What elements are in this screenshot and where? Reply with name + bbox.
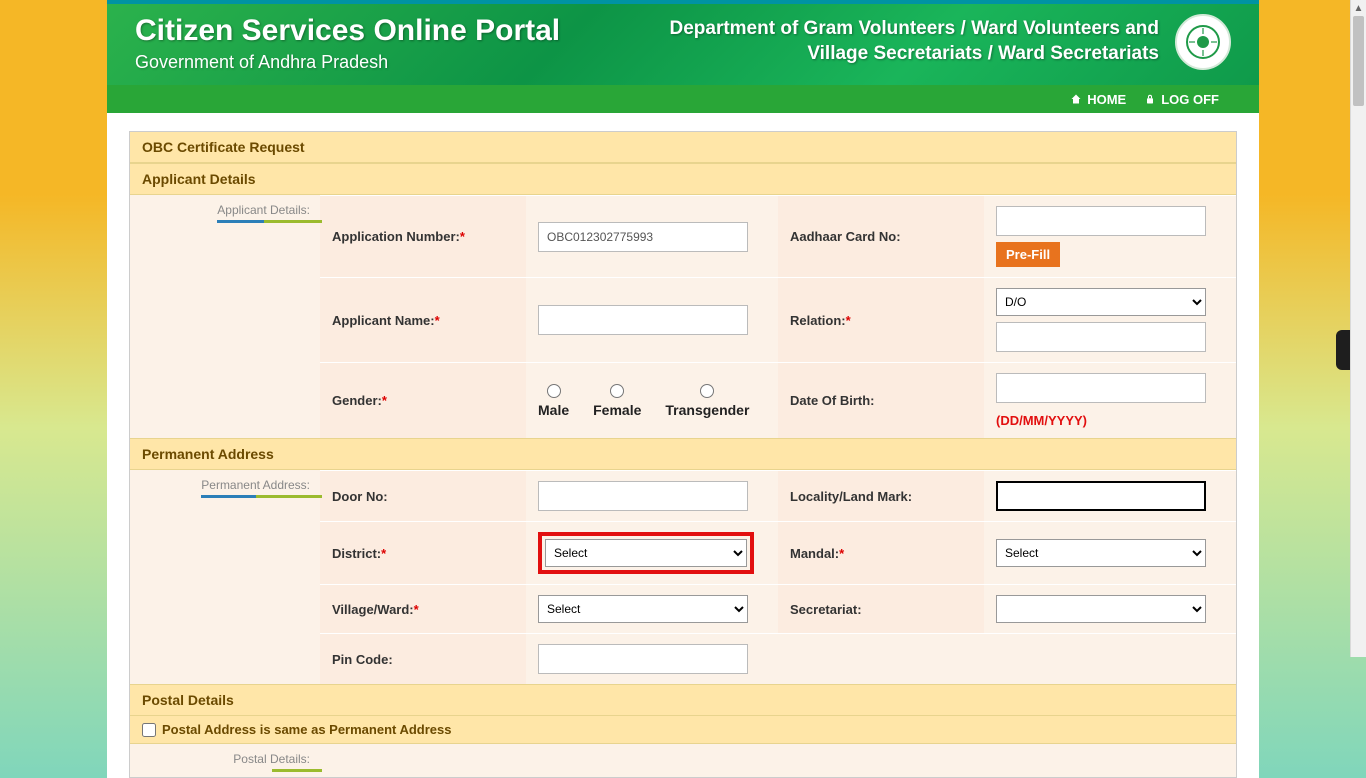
scroll-thumb[interactable]	[1353, 16, 1364, 106]
locality-label: Locality/Land Mark:	[778, 471, 984, 521]
district-highlight: Select	[538, 532, 754, 574]
applicant-section-body: Applicant Details: Application Number:* …	[130, 195, 1236, 438]
lock-icon	[1144, 93, 1156, 105]
dob-input[interactable]	[996, 373, 1206, 403]
gender-transgender[interactable]: Transgender	[665, 384, 749, 418]
district-select[interactable]: Select	[545, 539, 747, 567]
vertical-scrollbar[interactable]: ▲	[1350, 0, 1366, 657]
gender-male[interactable]: Male	[538, 384, 569, 418]
district-label: District:*	[320, 522, 526, 584]
portal-subtitle: Government of Andhra Pradesh	[135, 52, 560, 73]
door-input[interactable]	[538, 481, 748, 511]
department-text: Department of Gram Volunteers / Ward Vol…	[669, 17, 1159, 66]
side-tab-icon[interactable]	[1336, 330, 1350, 370]
dob-hint: (DD/MM/YYYY)	[996, 413, 1224, 428]
department-line1: Department of Gram Volunteers / Ward Vol…	[669, 17, 1159, 42]
header-banner: Citizen Services Online Portal Governmen…	[107, 4, 1259, 85]
gender-female[interactable]: Female	[593, 384, 641, 418]
permaddr-section-title: Permanent Address	[130, 438, 1236, 470]
permaddr-section-body: Permanent Address: Door No: Locality/Lan…	[130, 470, 1236, 684]
state-emblem-icon	[1175, 14, 1231, 70]
pincode-input[interactable]	[538, 644, 748, 674]
mandal-label: Mandal:*	[778, 522, 984, 584]
village-select[interactable]: Select	[538, 595, 748, 623]
postal-tab-col: Postal Details:	[130, 744, 320, 777]
scroll-up-arrow-icon[interactable]: ▲	[1351, 0, 1366, 16]
aadhaar-input[interactable]	[996, 206, 1206, 236]
door-label: Door No:	[320, 471, 526, 521]
header-right: Department of Gram Volunteers / Ward Vol…	[669, 14, 1231, 70]
dob-label: Date Of Birth:	[778, 363, 984, 438]
secretariat-select[interactable]	[996, 595, 1206, 623]
permaddr-fields: Door No: Locality/Land Mark: District:*	[320, 470, 1236, 684]
nav-home-label: HOME	[1087, 92, 1126, 107]
permaddr-tab-col: Permanent Address:	[130, 470, 320, 684]
header-left: Citizen Services Online Portal Governmen…	[135, 14, 560, 73]
page-wrapper: Citizen Services Online Portal Governmen…	[107, 0, 1259, 778]
gender-label: Gender:*	[320, 363, 526, 438]
postal-tab-label: Postal Details:	[233, 752, 310, 769]
nav-bar: HOME LOG OFF	[107, 85, 1259, 113]
applicant-section-title: Applicant Details	[130, 163, 1236, 195]
prefill-button[interactable]: Pre-Fill	[996, 242, 1060, 267]
name-label: Applicant Name:*	[320, 278, 526, 362]
village-label: Village/Ward:*	[320, 585, 526, 633]
relation-name-input[interactable]	[996, 322, 1206, 352]
form-container: OBC Certificate Request Applicant Detail…	[129, 131, 1237, 778]
postal-same-row: Postal Address is same as Permanent Addr…	[130, 716, 1236, 744]
permaddr-tab-label: Permanent Address:	[201, 478, 310, 498]
aadhaar-label: Aadhaar Card No:	[778, 196, 984, 277]
app-number-input[interactable]	[538, 222, 748, 252]
name-input[interactable]	[538, 305, 748, 335]
applicant-fields: Application Number:* Aadhaar Card No: Pr…	[320, 195, 1236, 438]
nav-home[interactable]: HOME	[1070, 92, 1126, 107]
nav-logoff-label: LOG OFF	[1161, 92, 1219, 107]
app-number-label: Application Number:*	[320, 196, 526, 277]
postal-same-checkbox[interactable]	[142, 723, 156, 737]
content-area: OBC Certificate Request Applicant Detail…	[107, 113, 1259, 778]
nav-logoff[interactable]: LOG OFF	[1144, 92, 1219, 107]
applicant-tab-col: Applicant Details:	[130, 195, 320, 438]
locality-input[interactable]	[996, 481, 1206, 511]
applicant-tab-label: Applicant Details:	[217, 203, 310, 223]
mandal-select[interactable]: Select	[996, 539, 1206, 567]
portal-title: Citizen Services Online Portal	[135, 14, 560, 48]
postal-same-label: Postal Address is same as Permanent Addr…	[162, 722, 452, 737]
secretariat-label: Secretariat:	[778, 585, 984, 633]
page-title: OBC Certificate Request	[130, 132, 1236, 163]
department-line2: Village Secretariats / Ward Secretariats	[669, 42, 1159, 67]
pincode-label: Pin Code:	[320, 634, 526, 684]
postal-section-title: Postal Details	[130, 684, 1236, 716]
gender-radio-group: Male Female Transgender	[538, 384, 749, 418]
relation-select[interactable]: D/O	[996, 288, 1206, 316]
postal-section-body: Postal Details:	[130, 744, 1236, 777]
home-icon	[1070, 93, 1082, 105]
relation-label: Relation:*	[778, 278, 984, 362]
